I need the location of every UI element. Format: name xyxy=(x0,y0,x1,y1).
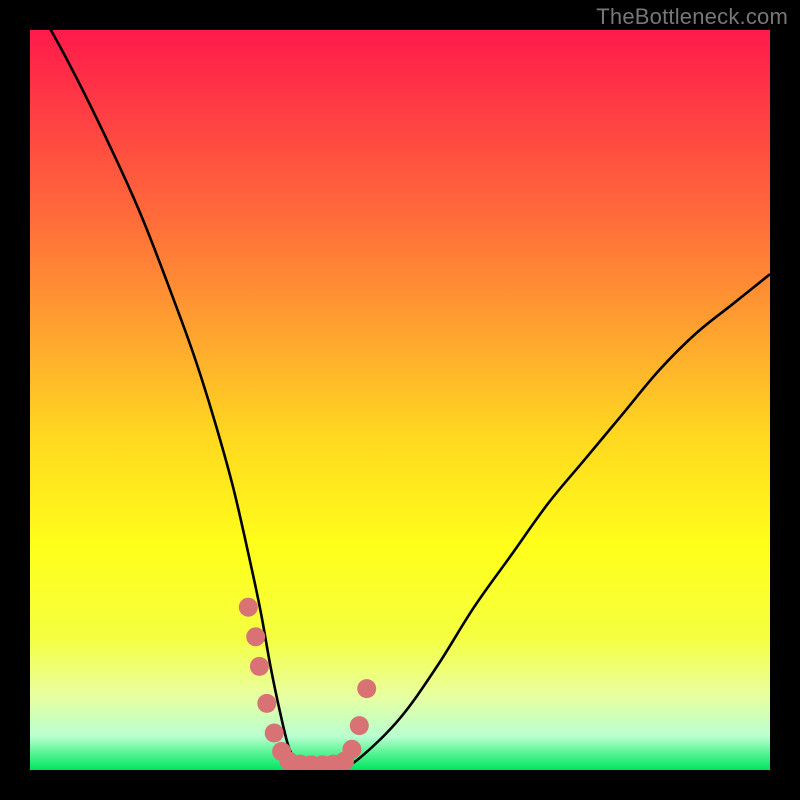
curve-marker xyxy=(350,716,369,735)
curve-marker xyxy=(246,627,265,646)
curve-marker xyxy=(250,657,269,676)
gradient-background xyxy=(30,30,770,770)
curve-marker xyxy=(239,598,258,617)
attribution-label: TheBottleneck.com xyxy=(596,4,788,30)
bottleneck-curve-chart xyxy=(0,0,800,800)
curve-marker xyxy=(357,679,376,698)
chart-stage: TheBottleneck.com xyxy=(0,0,800,800)
curve-marker xyxy=(257,694,276,713)
curve-marker xyxy=(342,740,361,759)
curve-marker xyxy=(265,724,284,743)
